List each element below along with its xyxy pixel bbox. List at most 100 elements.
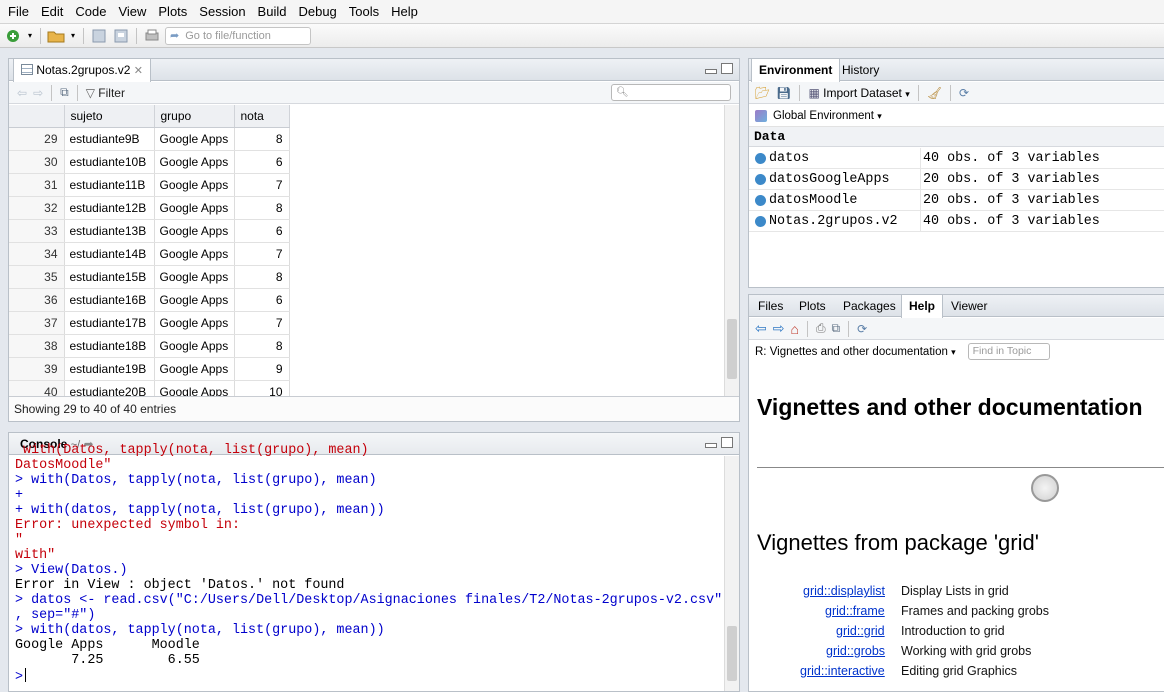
popout-icon[interactable]: ⧉ xyxy=(832,321,841,336)
vignette-link[interactable]: grid::interactive xyxy=(800,664,885,678)
console-output[interactable]: with(Datos, tapply(nota, list(grupo), me… xyxy=(9,443,723,691)
forward-arrow-icon[interactable]: ⇨ xyxy=(33,86,43,100)
tab-files[interactable]: Files xyxy=(751,295,790,317)
table-row[interactable]: 37 estudiante17B Google Apps 7 xyxy=(9,311,290,335)
row-number: 35 xyxy=(9,265,65,289)
column-header-grupo[interactable]: grupo xyxy=(154,105,235,128)
help-topic-dropdown[interactable]: R: Vignettes and other documentation ▾ xyxy=(755,346,956,358)
env-item-name: datosMoodle xyxy=(769,193,858,208)
table-row[interactable]: 34 estudiante14B Google Apps 7 xyxy=(9,242,290,266)
menu-file[interactable]: File xyxy=(2,0,35,24)
tab-viewer[interactable]: Viewer xyxy=(944,295,994,317)
table-row[interactable]: 32 estudiante12B Google Apps 8 xyxy=(9,196,290,220)
vignette-link[interactable]: grid::frame xyxy=(825,604,885,618)
table-row[interactable]: 39 estudiante19B Google Apps 9 xyxy=(9,357,290,381)
menu-build[interactable]: Build xyxy=(252,0,293,24)
menu-plots[interactable]: Plots xyxy=(152,0,193,24)
console-line: > with(Datos, tapply(nota, list(grupo), … xyxy=(15,473,377,488)
tab-plots[interactable]: Plots xyxy=(792,295,833,317)
tab-help[interactable]: Help xyxy=(901,295,944,318)
env-item[interactable]: datos 40 obs. of 3 variables xyxy=(749,148,1164,169)
dropdown-arrow-icon[interactable]: ▾ xyxy=(26,28,34,44)
back-arrow-icon[interactable]: ⇦ xyxy=(17,86,27,100)
help-back-icon[interactable]: ⇦ xyxy=(755,320,767,337)
vignette-row: grid::interactive Editing grid Graphics xyxy=(749,664,1164,684)
menu-code[interactable]: Code xyxy=(69,0,112,24)
import-dataset-button[interactable]: ▦ Import Dataset ▾ xyxy=(808,86,909,100)
maximize-icon[interactable] xyxy=(721,63,733,74)
menu-tools[interactable]: Tools xyxy=(343,0,385,24)
expand-arrow-icon[interactable] xyxy=(755,216,766,227)
viewer-search-input[interactable]: 🔍︎ xyxy=(611,84,731,101)
menu-view[interactable]: View xyxy=(112,0,152,24)
help-subtitle: Vignettes from package 'grid' xyxy=(757,530,1039,555)
table-row[interactable]: 29 estudiante9B Google Apps 8 xyxy=(9,127,290,151)
row-number: 30 xyxy=(9,150,65,174)
vignette-link[interactable]: grid::grid xyxy=(836,624,885,638)
env-item[interactable]: datosGoogleApps 20 obs. of 3 variables xyxy=(749,169,1164,190)
goto-placeholder: Go to file/function xyxy=(185,29,271,42)
expand-arrow-icon[interactable] xyxy=(755,195,766,206)
help-forward-icon[interactable]: ⇨ xyxy=(773,320,785,337)
table-row[interactable]: 38 estudiante18B Google Apps 8 xyxy=(9,334,290,358)
find-in-topic-input[interactable]: Find in Topic xyxy=(967,343,1050,360)
table-row[interactable]: 33 estudiante13B Google Apps 6 xyxy=(9,219,290,243)
broom-icon[interactable]: 🧹︎ xyxy=(927,86,942,100)
data-viewer-pane: Notas.2grupos.v2 ✕ ⇦ ⇨ ⧉ ▽ Filter 🔍︎ suj… xyxy=(8,58,740,422)
cell-nota: 8 xyxy=(234,265,290,289)
env-item[interactable]: Notas.2grupos.v2 40 obs. of 3 variables xyxy=(749,211,1164,232)
open-folder-icon[interactable] xyxy=(47,28,65,44)
tab-environment[interactable]: Environment xyxy=(751,59,841,82)
filter-button[interactable]: ▽ Filter xyxy=(86,86,125,100)
console-line: , sep="#") xyxy=(15,608,96,623)
popout-icon[interactable]: ⧉ xyxy=(60,85,69,100)
load-workspace-icon[interactable]: 📂︎ xyxy=(755,86,770,100)
new-file-icon[interactable] xyxy=(4,28,22,44)
env-item[interactable]: datosMoodle 20 obs. of 3 variables xyxy=(749,190,1164,211)
scrollbar-thumb[interactable] xyxy=(727,626,737,681)
menu-debug[interactable]: Debug xyxy=(292,0,342,24)
home-icon[interactable]: ⌂ xyxy=(790,321,798,337)
console-line: > View(Datos.) xyxy=(15,563,128,578)
table-row[interactable]: 31 estudiante11B Google Apps 7 xyxy=(9,173,290,197)
menu-help[interactable]: Help xyxy=(385,0,424,24)
console-scrollbar[interactable] xyxy=(724,456,739,691)
global-env-icon xyxy=(755,109,767,122)
minimize-icon[interactable] xyxy=(705,69,717,74)
expand-arrow-icon[interactable] xyxy=(755,153,766,164)
close-tab-icon[interactable]: ✕ xyxy=(134,65,143,77)
vignette-description: Frames and packing grobs xyxy=(901,604,1049,618)
cell-grupo: Google Apps xyxy=(154,127,235,151)
vignette-link[interactable]: grid::grobs xyxy=(826,644,885,658)
toolbar-separator xyxy=(51,84,53,101)
scrollbar-thumb[interactable] xyxy=(727,319,737,379)
vignette-link[interactable]: grid::displaylist xyxy=(803,584,885,598)
table-row[interactable]: 30 estudiante10B Google Apps 6 xyxy=(9,150,290,174)
print-icon[interactable] xyxy=(143,28,161,44)
refresh-icon[interactable]: ⟳ xyxy=(857,322,867,336)
print-icon[interactable]: ⎙ xyxy=(816,321,826,336)
table-import-icon: ▦ xyxy=(808,85,820,100)
table-row[interactable]: 36 estudiante16B Google Apps 6 xyxy=(9,288,290,312)
viewer-scrollbar[interactable] xyxy=(724,105,739,397)
dropdown-arrow-icon[interactable]: ▾ xyxy=(69,28,77,44)
tab-notas-2grupos[interactable]: Notas.2grupos.v2 ✕ xyxy=(13,59,151,82)
tab-packages[interactable]: Packages xyxy=(836,295,903,317)
menu-session[interactable]: Session xyxy=(193,0,251,24)
environment-scope-dropdown[interactable]: Global Environment ▾ xyxy=(773,110,882,122)
save-workspace-icon[interactable]: 💾︎ xyxy=(776,86,791,100)
save-icon[interactable] xyxy=(90,28,108,44)
table-row[interactable]: 35 estudiante15B Google Apps 8 xyxy=(9,265,290,289)
expand-arrow-icon[interactable] xyxy=(755,174,766,185)
column-header-nota[interactable]: nota xyxy=(234,105,290,128)
tab-history[interactable]: History xyxy=(835,59,886,81)
vignette-description: Introduction to grid xyxy=(901,624,1005,638)
goto-file-input[interactable]: ➦ Go to file/function xyxy=(165,26,311,45)
menu-edit[interactable]: Edit xyxy=(35,0,69,24)
refresh-icon[interactable]: ⟳ xyxy=(959,86,969,100)
column-header-sujeto[interactable]: sujeto xyxy=(64,105,155,128)
save-all-icon[interactable] xyxy=(112,28,130,44)
cell-sujeto: estudiante10B xyxy=(64,150,155,174)
console-prompt-line[interactable]: > xyxy=(15,668,717,685)
cell-grupo: Google Apps xyxy=(154,196,235,220)
